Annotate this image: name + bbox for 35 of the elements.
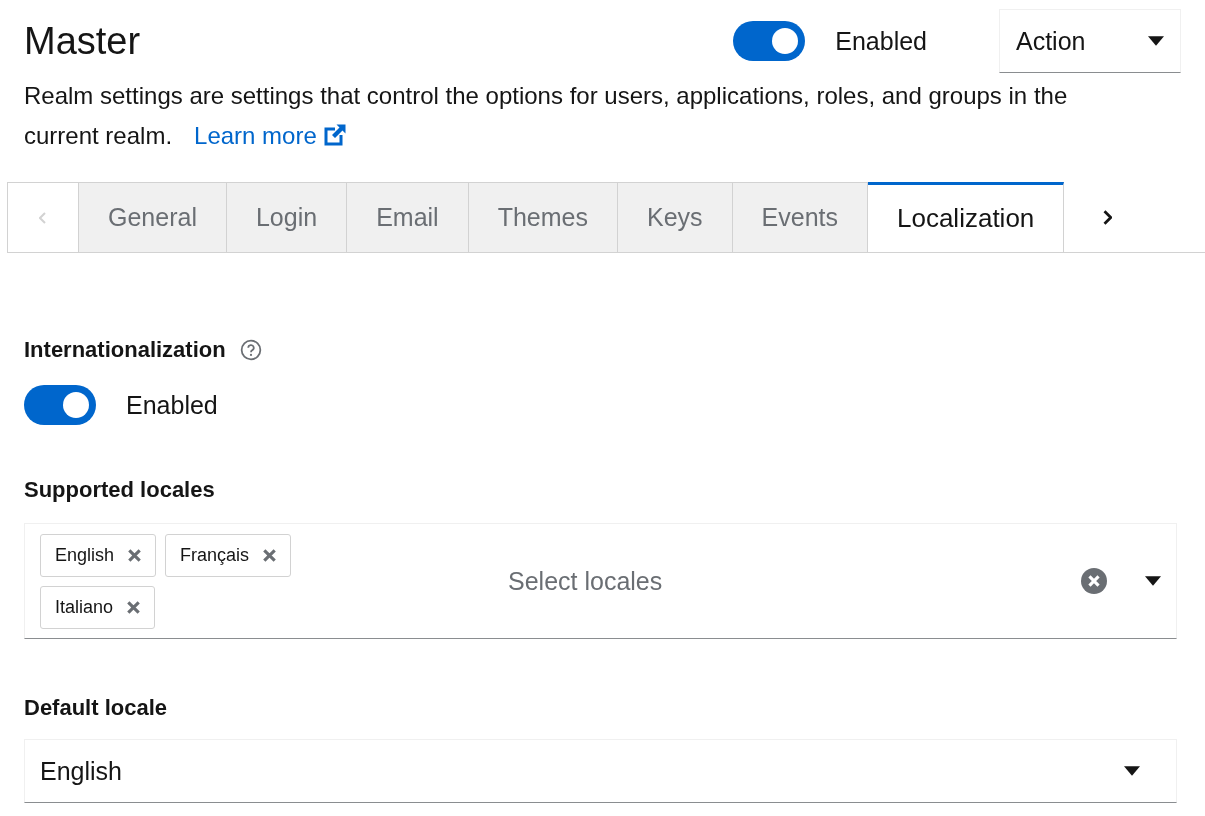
locale-select[interactable]: English	[24, 739, 1177, 803]
caret-icon	[1148, 36, 1164, 46]
chip-label: Italiano	[55, 596, 114, 618]
field-label: Supported locales	[24, 477, 215, 503]
page-title: Master	[24, 19, 142, 63]
toggle-switch[interactable]	[733, 21, 806, 61]
switch-label: Enabled	[126, 390, 218, 420]
description-text: Realm settings are settings that control the options for users, applications, roles, and groups in the current realm. Learn more	[24, 81, 1069, 151]
tab[interactable]: Keys	[617, 182, 733, 252]
toggle-switch[interactable]	[24, 385, 96, 425]
tab[interactable]: Email	[347, 182, 469, 252]
locales-multiselect[interactable]: English Français Italiano Select locales	[24, 523, 1177, 639]
tab[interactable]: Events	[732, 182, 868, 252]
tab[interactable]: Login	[226, 182, 348, 252]
external-link-icon	[323, 123, 348, 147]
chip-label: Français	[180, 544, 250, 566]
chip-label: English	[55, 544, 115, 566]
action-dropdown[interactable]: Action	[999, 9, 1181, 73]
caret-icon	[1124, 766, 1140, 776]
tab[interactable]: Themes	[468, 182, 618, 252]
locales-input[interactable]: Select locales	[506, 565, 1081, 597]
tab[interactable]: General	[79, 182, 227, 252]
caret-icon	[1145, 576, 1161, 586]
chevron-right-icon	[1101, 209, 1112, 225]
field-label: Internationalization	[24, 337, 226, 363]
learn-more-link[interactable]: Learn more	[194, 122, 348, 149]
remove-chip-button[interactable]	[128, 548, 142, 562]
help-icon[interactable]	[239, 339, 262, 361]
field-label: Default locale	[24, 695, 168, 721]
remove-chip-button[interactable]	[263, 548, 277, 562]
remove-chip-button[interactable]	[127, 600, 141, 614]
switch-label: Enabled	[835, 26, 927, 56]
chevron-left-icon	[39, 211, 47, 224]
clear-button[interactable]	[1081, 568, 1107, 594]
tab[interactable]: Localization	[868, 182, 1065, 252]
